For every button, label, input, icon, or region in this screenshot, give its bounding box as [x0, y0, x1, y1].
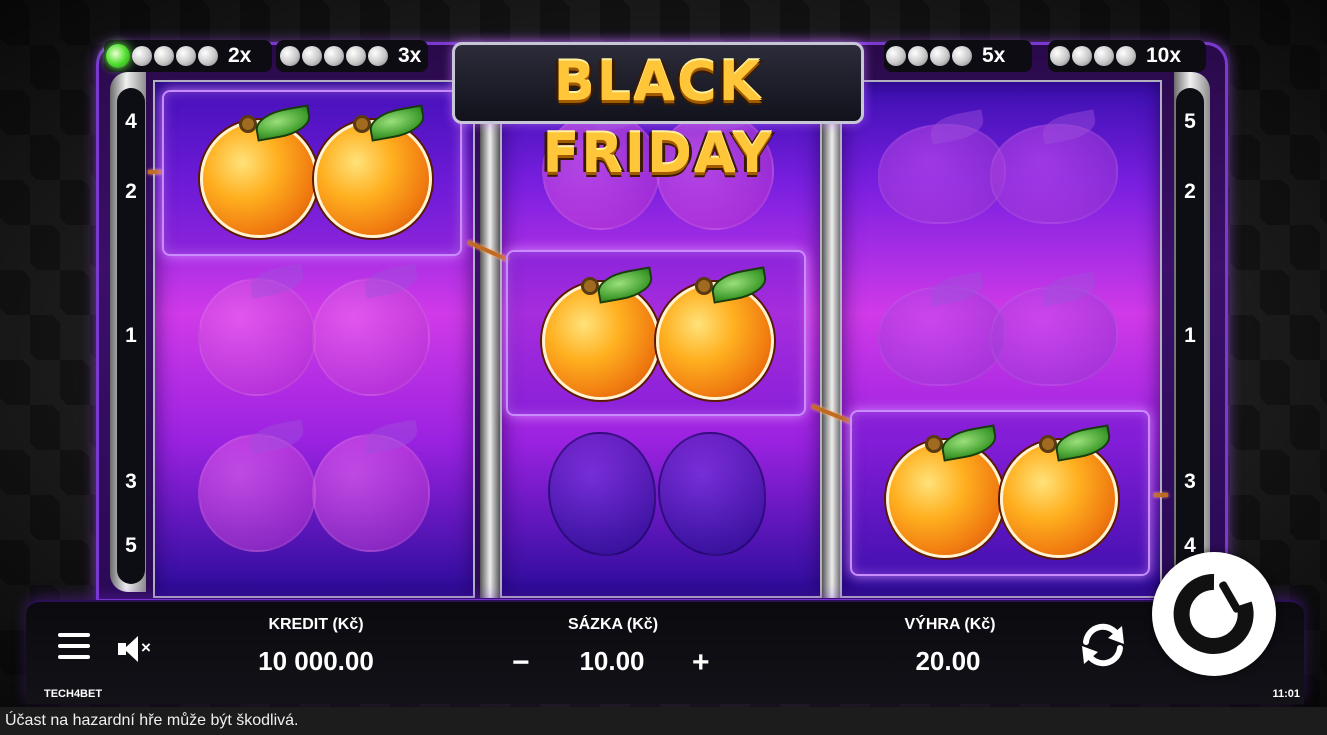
- orange-icon: [886, 424, 1004, 558]
- multiplier-label: 5x: [982, 44, 1006, 67]
- payline-number: 1: [1184, 324, 1196, 347]
- multiplier-label: 2x: [228, 44, 252, 67]
- pearl-icon: [198, 46, 218, 66]
- spin-button[interactable]: [1152, 552, 1276, 676]
- pearl-icon: [280, 46, 300, 66]
- pearl-icon: [346, 46, 366, 66]
- spin-icon: [1173, 573, 1254, 654]
- orange-icon: [200, 104, 318, 238]
- orange-icon-dimmed: [198, 419, 316, 552]
- payline-number: 1: [125, 324, 137, 347]
- lemon-icon-dimmed: [990, 109, 1118, 224]
- win-value: 20.00: [915, 646, 981, 676]
- multiplier-label: 3x: [398, 44, 422, 67]
- payline-number: 2: [125, 180, 137, 203]
- symbol-cell-winning: [162, 90, 462, 256]
- symbol-cell: [162, 258, 462, 424]
- symbol-cell: [848, 96, 1148, 262]
- multiplier-10x: 10x: [1050, 42, 1181, 70]
- pearl-icon: [930, 46, 950, 66]
- symbol-cell-winning: [506, 250, 806, 416]
- pearl-icon: [1094, 46, 1114, 66]
- orange-icon-dimmed: [312, 419, 430, 552]
- payline-number: 3: [1184, 470, 1196, 493]
- symbol-cell: [848, 258, 1148, 424]
- game-stage: 2x 3x 5x 10x 4 2 1 3 5 5 2 1 3 4 BLACK F…: [0, 0, 1327, 707]
- hamburger-icon[interactable]: [58, 633, 90, 661]
- payline-number: 5: [1184, 110, 1196, 133]
- bet-increase-button[interactable]: +: [692, 648, 710, 678]
- pearl-icon-active: [106, 44, 130, 68]
- pearl-icon: [1072, 46, 1092, 66]
- brand-label: TECH4BET: [44, 688, 103, 700]
- payline-segment: [148, 170, 162, 174]
- orange-icon-dimmed: [198, 263, 316, 396]
- payline-track-left: 4 2 1 3 5: [117, 88, 145, 584]
- clock: 11:01: [1272, 688, 1300, 700]
- orange-icon-dimmed: [312, 263, 430, 396]
- pearl-icon: [886, 46, 906, 66]
- autoplay-icon[interactable]: [1074, 616, 1132, 674]
- pearl-icon: [176, 46, 196, 66]
- multiplier-3x: 3x: [280, 42, 421, 70]
- payline-segment: [1154, 493, 1168, 497]
- multiplier-5x: 5x: [886, 42, 1005, 70]
- pearl-icon: [952, 46, 972, 66]
- orange-icon: [314, 104, 432, 238]
- plum-icon-dimmed: [658, 432, 766, 556]
- lemon-icon-dimmed: [878, 271, 1006, 386]
- symbol-cell: [162, 419, 462, 586]
- pearl-icon: [908, 46, 928, 66]
- payline-track-right: 5 2 1 3 4: [1176, 88, 1204, 584]
- payline-number: 3: [125, 470, 137, 493]
- multiplier-2x: 2x: [106, 42, 251, 70]
- credit-label: KREDIT (Kč): [268, 616, 364, 633]
- credit-value: 10 000.00: [258, 646, 374, 676]
- multiplier-label: 10x: [1146, 44, 1182, 67]
- pearl-icon: [324, 46, 344, 66]
- game-logo: BLACK FRIDAY: [542, 50, 774, 185]
- payline-number: 2: [1184, 180, 1196, 203]
- pearl-icon: [1050, 46, 1070, 66]
- sound-muted-icon[interactable]: ×: [118, 634, 154, 664]
- pearl-icon: [1116, 46, 1136, 66]
- reel-divider: [480, 80, 500, 598]
- gambling-disclaimer: Účast na hazardní hře může být škodlivá.: [5, 712, 299, 729]
- bet-value: 10.00: [579, 646, 645, 676]
- lemon-icon-dimmed: [990, 271, 1118, 386]
- reel-divider: [822, 80, 842, 598]
- orange-icon: [1000, 424, 1118, 558]
- payline-number: 4: [125, 110, 137, 133]
- pearl-icon: [132, 46, 152, 66]
- symbol-cell: [508, 420, 808, 586]
- orange-icon: [542, 266, 660, 400]
- pearl-icon: [302, 46, 322, 66]
- bet-label: SÁZKA (Kč): [567, 616, 659, 633]
- lemon-icon-dimmed: [878, 109, 1006, 224]
- win-label: VÝHRA (Kč): [904, 616, 996, 633]
- pearl-icon: [154, 46, 174, 66]
- pearl-icon: [368, 46, 388, 66]
- plum-icon-dimmed: [548, 432, 656, 556]
- symbol-cell-winning: [850, 410, 1150, 576]
- payline-number: 5: [125, 534, 137, 557]
- orange-icon: [656, 266, 774, 400]
